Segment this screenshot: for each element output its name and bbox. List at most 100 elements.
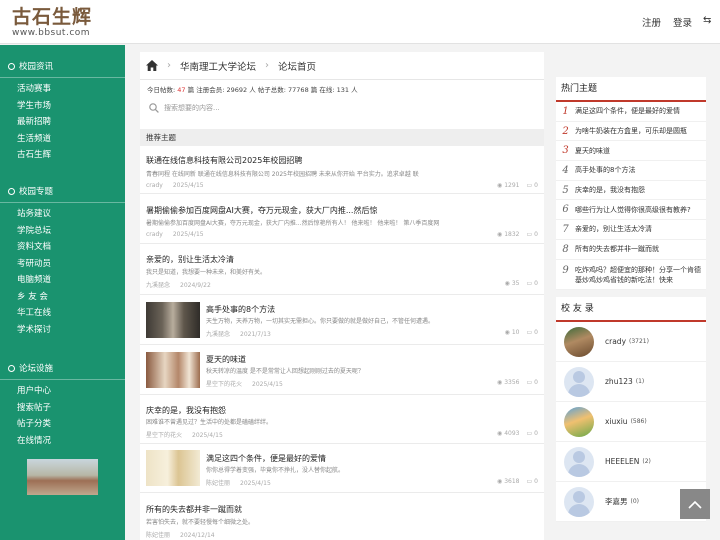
hot-topic-item[interactable]: 2 为啥牛奶装在方盒里，可乐却是圆瓶	[556, 122, 706, 142]
sidebar-item[interactable]: 在线情况	[0, 433, 125, 450]
login-link[interactable]: 登录	[673, 15, 692, 29]
avatar[interactable]	[564, 406, 594, 437]
sidebar-campus-image[interactable]	[27, 459, 98, 495]
post-date: 2025/4/15	[192, 432, 223, 439]
eye-icon: ◉	[496, 231, 503, 238]
post-item[interactable]: 联通在线信息科技有限公司2025年校园招聘 青春同程 在线同新 联通在线信息科技…	[140, 146, 544, 194]
post-title[interactable]: 满足这四个条件，便是最好的爱情	[206, 453, 326, 464]
hot-topic-item[interactable]: 5 庆幸的是，我没有抱怨	[556, 181, 706, 201]
hot-topic-item[interactable]: 7 亲爱的，别让生活太冷清	[556, 220, 706, 240]
post-date: 2024/12/14	[180, 532, 215, 539]
user-name[interactable]: HEEELEN	[605, 457, 639, 466]
comment-icon: ▭	[526, 231, 533, 238]
post-item[interactable]: 夏天的味道 秋天转凉的温度 是不是常常让人回想起刚刚过去的夏天呢？ 星空下的花火…	[140, 345, 544, 395]
post-title[interactable]: 高手处事的8个方法	[206, 304, 275, 315]
sidebar-item[interactable]: 考研动员	[0, 256, 125, 273]
hot-topic-item[interactable]: 3 夏天的味道	[556, 141, 706, 162]
post-title[interactable]: 庆幸的是，我没有抱怨	[146, 405, 226, 416]
sidebar-item[interactable]: 活动赛事	[0, 81, 125, 98]
sidebar-item[interactable]: 搜索帖子	[0, 400, 125, 417]
post-title[interactable]: 夏天的味道	[206, 354, 246, 365]
sidebar-item[interactable]: 站务建议	[0, 206, 125, 223]
sidebar-item[interactable]: 用户中心	[0, 383, 125, 400]
sidebar-item[interactable]: 生活频道	[0, 131, 125, 148]
user-name[interactable]: crady	[605, 337, 626, 346]
hot-topic-item[interactable]: 1 满足这四个条件，便是最好的爱情	[556, 102, 706, 122]
post-title[interactable]: 联通在线信息科技有限公司2025年校园招聘	[146, 155, 302, 166]
post-author[interactable]: 陈妃佳丽	[206, 480, 230, 487]
hot-topics-panel: 热门主题 1 满足这四个条件，便是最好的爱情 2 为啥牛奶装在方盒里，可乐却是圆瓶 …	[556, 77, 706, 290]
hot-topic-item[interactable]: 6 哪些行为让人觉得你很高级很有教养?	[556, 200, 706, 221]
user-name[interactable]: xiuxiu	[605, 417, 628, 426]
hot-topic-item[interactable]: 8 所有的失去都并非一蹴而就	[556, 240, 706, 260]
post-thumbnail[interactable]	[146, 450, 200, 486]
sidebar-item[interactable]: 帖子分类	[0, 416, 125, 433]
post-item[interactable]: 庆幸的是，我没有抱怨 困难谁不曾遇见过？生活中的处都是磕磕绊绊。 星空下的花火 2…	[140, 395, 544, 444]
post-meta: crady 2025/4/15	[146, 231, 204, 238]
search-bar[interactable]: 搜索想要的内容...	[147, 101, 535, 115]
post-meta: 九溪琵念 2024/9/22	[146, 280, 211, 289]
user-item[interactable]: xiuxiu (586)	[556, 402, 706, 442]
sidebar-section-topics: 校园专题 站务建议 学院总坛 资料文档 考研动员 电脑频道 乡 友 会 华工在线…	[0, 181, 125, 338]
sidebar-item[interactable]: 学院总坛	[0, 223, 125, 240]
post-author[interactable]: 九溪琵念	[206, 331, 230, 338]
sidebar-section-header: 校园专题	[0, 181, 125, 203]
post-author[interactable]: crady	[146, 231, 163, 238]
post-date: 2021/7/13	[240, 331, 271, 338]
sidebar: 校园资讯 活动赛事 学生市场 最新招聘 生活频道 古石生辉 校园专题 站务建议 …	[0, 45, 125, 540]
post-author[interactable]: crady	[146, 182, 163, 189]
breadcrumb-site-link[interactable]: 华南理工大学论坛	[180, 59, 256, 73]
comment-icon: ▭	[526, 329, 533, 336]
post-title[interactable]: 所有的失去都并非一蹴而就	[146, 504, 242, 515]
user-name[interactable]: zhu123	[605, 377, 633, 386]
user-item[interactable]: HEEELEN (2)	[556, 442, 706, 482]
forum-stats: 今日帖数: 47 篇 注册会员: 29692 人 帖子总数: 77768 篇 在…	[147, 86, 358, 94]
post-item[interactable]: 所有的失去都并非一蹴而就 若害怕失去，就不要轻慢每个细微之处。 陈妃佳丽 2024…	[140, 493, 544, 540]
post-summary: 天生万物，天养万物，一切其实无需担心。你只要做的就是做好自己，不管任何遭遇。	[206, 318, 435, 325]
post-author[interactable]: 星空下的花火	[146, 432, 182, 439]
post-counts: ◉ 1832 ▭ 0	[496, 231, 538, 238]
user-item[interactable]: crady (3721)	[556, 322, 706, 362]
sidebar-item[interactable]: 电脑频道	[0, 272, 125, 289]
home-icon[interactable]	[146, 60, 158, 71]
sidebar-item[interactable]: 乡 友 会	[0, 289, 125, 306]
post-item[interactable]: 亲爱的，别让生活太冷清 我只是知道，我想要一种未来，和美好有关。 九溪琵念 202…	[140, 244, 544, 295]
post-thumbnail[interactable]	[146, 302, 200, 338]
sidebar-item[interactable]: 学术探讨	[0, 322, 125, 339]
hot-topic-item[interactable]: 4 高手处事的8个方法	[556, 161, 706, 181]
avatar[interactable]	[564, 446, 594, 477]
eye-icon: ◉	[496, 478, 503, 485]
breadcrumb-current: 论坛首页	[278, 61, 317, 73]
avatar[interactable]	[564, 326, 594, 357]
post-author[interactable]: 九溪琵念	[146, 282, 170, 289]
post-item[interactable]: 高手处事的8个方法 天生万物，天养万物，一切其实无需担心。你只要做的就是做好自己…	[140, 295, 544, 345]
sidebar-item[interactable]: 资料文档	[0, 239, 125, 256]
search-icon[interactable]	[149, 103, 159, 113]
eye-icon: ◉	[504, 329, 510, 336]
site-logo[interactable]: 古石生辉 www.bbsut.com	[12, 6, 92, 38]
sidebar-item[interactable]: 华工在线	[0, 305, 125, 322]
user-name[interactable]: 李嘉男	[605, 496, 628, 507]
alumni-title: 校 友 录	[556, 297, 706, 322]
post-author[interactable]: 星空下的花火	[206, 381, 242, 388]
post-title[interactable]: 亲爱的，别让生活太冷清	[146, 254, 234, 265]
avatar[interactable]	[564, 366, 594, 397]
sidebar-section-tools: 论坛设施 用户中心 搜索帖子 帖子分类 在线情况	[0, 358, 125, 449]
user-item[interactable]: zhu123 (1)	[556, 362, 706, 402]
post-title[interactable]: 暑期偷偷参加百度网盘AI大赛，夺万元现金，获大厂内推...然后惊	[146, 205, 377, 216]
post-counts: ◉ 3356 ▭ 0	[496, 379, 538, 386]
back-to-top-button[interactable]	[680, 489, 710, 519]
comment-icon: ▭	[526, 182, 533, 189]
post-thumbnail[interactable]	[146, 352, 200, 388]
hot-topic-item[interactable]: 9 吃炸鸡吗？超便宜的那种！分享一个肯德基炒鸡炒鸡省钱的新吃法！快来	[556, 260, 706, 290]
post-author[interactable]: 陈妃佳丽	[146, 532, 170, 539]
register-link[interactable]: 注册	[642, 15, 661, 29]
search-input[interactable]: 搜索想要的内容...	[164, 103, 220, 113]
sidebar-item[interactable]: 最新招聘	[0, 114, 125, 131]
post-item[interactable]: 满足这四个条件，便是最好的爱情 你你总得学着变强，毕竟你不挣扎，没人替你起航。 …	[140, 444, 544, 493]
menu-toggle-icon[interactable]: ⇆	[703, 15, 711, 26]
sidebar-item[interactable]: 古石生辉	[0, 147, 125, 164]
avatar[interactable]	[564, 486, 594, 517]
sidebar-item[interactable]: 学生市场	[0, 98, 125, 115]
post-item[interactable]: 暑期偷偷参加百度网盘AI大赛，夺万元现金，获大厂内推...然后惊 暑期偷偷参加百…	[140, 194, 544, 244]
